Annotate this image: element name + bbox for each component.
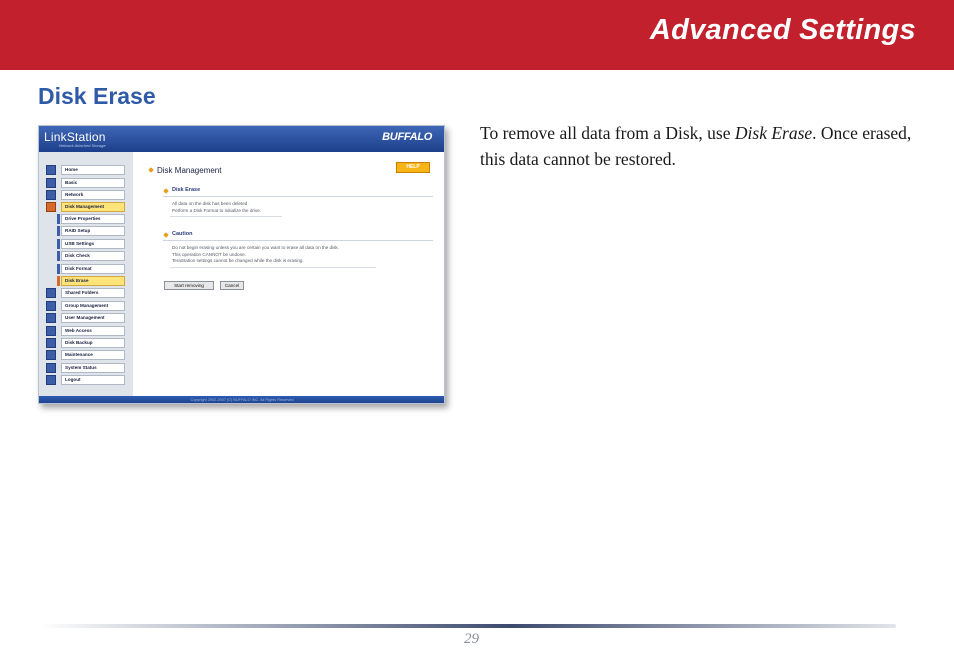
- submenu-marker: [57, 264, 60, 274]
- screenshot-main-panel: Disk Management HELP Disk Erase All data…: [133, 152, 444, 396]
- footer-divider: [40, 624, 896, 628]
- cancel-button[interactable]: Cancel: [220, 281, 244, 290]
- nav-item-group-management[interactable]: Group Management: [61, 301, 125, 311]
- body-text-emphasis: Disk Erase: [734, 123, 813, 143]
- start-removing-button[interactable]: Start removing: [164, 281, 214, 290]
- nav-item-disk-backup[interactable]: Disk Backup: [61, 338, 125, 348]
- nav-item-disk-erase[interactable]: Disk Erase: [61, 276, 125, 286]
- shared-folders-icon: [46, 288, 56, 298]
- body-paragraph: To remove all data from a Disk, use Disk…: [480, 120, 930, 172]
- network-icon: [46, 190, 56, 200]
- header-bar: Advanced Settings: [0, 0, 954, 70]
- nav-item-maintenance[interactable]: Maintenance: [61, 350, 125, 360]
- nav-item-logout[interactable]: Logout: [61, 375, 125, 385]
- page-number: 29: [464, 631, 479, 647]
- linkstation-logo: LinkStation: [44, 130, 106, 144]
- submenu-marker: [57, 214, 60, 224]
- caution-line: TeraStation settings cannot be changed w…: [172, 258, 304, 263]
- basic-icon: [46, 178, 56, 188]
- nav-item-disk-management[interactable]: Disk Management: [61, 202, 125, 212]
- bullet-icon: [148, 167, 154, 173]
- nav-item-basic[interactable]: Basic: [61, 178, 125, 188]
- divider: [170, 267, 376, 268]
- divider: [163, 240, 433, 241]
- nav-item-raid-setup[interactable]: RAID Setup: [61, 226, 125, 236]
- bullet-icon: [163, 232, 169, 238]
- caution-heading: Caution: [172, 231, 193, 237]
- nav-item-network[interactable]: Network: [61, 190, 125, 200]
- submenu-marker-active: [57, 276, 60, 286]
- nav-item-system-status[interactable]: System Status: [61, 363, 125, 373]
- disk-erase-message-line: Perform a Disk Format to initialize the …: [172, 207, 262, 213]
- divider: [170, 216, 282, 217]
- section-title: Disk Erase: [38, 83, 156, 109]
- submenu-marker: [57, 226, 60, 236]
- nav-item-user-management[interactable]: User Management: [61, 313, 125, 323]
- group-management-icon: [46, 301, 56, 311]
- user-management-icon: [46, 313, 56, 323]
- linkstation-logo-subtitle: Network Attached Storage: [59, 143, 106, 148]
- disk-erase-heading: Disk Erase: [172, 187, 201, 193]
- submenu-marker: [57, 239, 60, 249]
- buffalo-logo: BUFFALO: [382, 131, 432, 143]
- home-icon: [46, 165, 56, 175]
- nav-item-web-access[interactable]: Web Access: [61, 326, 125, 336]
- screenshot-sidebar: Home Basic Network Disk Management Drive…: [39, 152, 133, 396]
- nav-item-shared-folders[interactable]: Shared Folders: [61, 288, 125, 298]
- nav-item-home[interactable]: Home: [61, 165, 125, 175]
- logout-icon: [46, 375, 56, 385]
- page-header-title: Advanced Settings: [649, 14, 916, 46]
- screenshot-header: LinkStation Network Attached Storage BUF…: [39, 126, 444, 152]
- screenshot-figure: LinkStation Network Attached Storage BUF…: [38, 125, 445, 404]
- nav-item-drive-properties[interactable]: Drive Properties: [61, 214, 125, 224]
- maintenance-icon: [46, 350, 56, 360]
- screenshot-copyright: Copyright 2002-2007 (C) BUFFALO INC. All…: [39, 396, 444, 403]
- submenu-marker: [57, 251, 60, 261]
- disk-management-icon: [46, 202, 56, 212]
- divider: [163, 196, 433, 197]
- nav-item-disk-format[interactable]: Disk Format: [61, 264, 125, 274]
- system-status-icon: [46, 363, 56, 373]
- body-text-before: To remove all data from a Disk, use: [480, 123, 735, 143]
- disk-backup-icon: [46, 338, 56, 348]
- bullet-icon: [163, 188, 169, 194]
- help-button[interactable]: HELP: [396, 162, 430, 173]
- nav-item-disk-check[interactable]: Disk Check: [61, 251, 125, 261]
- web-access-icon: [46, 326, 56, 336]
- disk-management-title: Disk Management: [157, 166, 222, 175]
- nav-item-usb-settings[interactable]: USB Settings: [61, 239, 125, 249]
